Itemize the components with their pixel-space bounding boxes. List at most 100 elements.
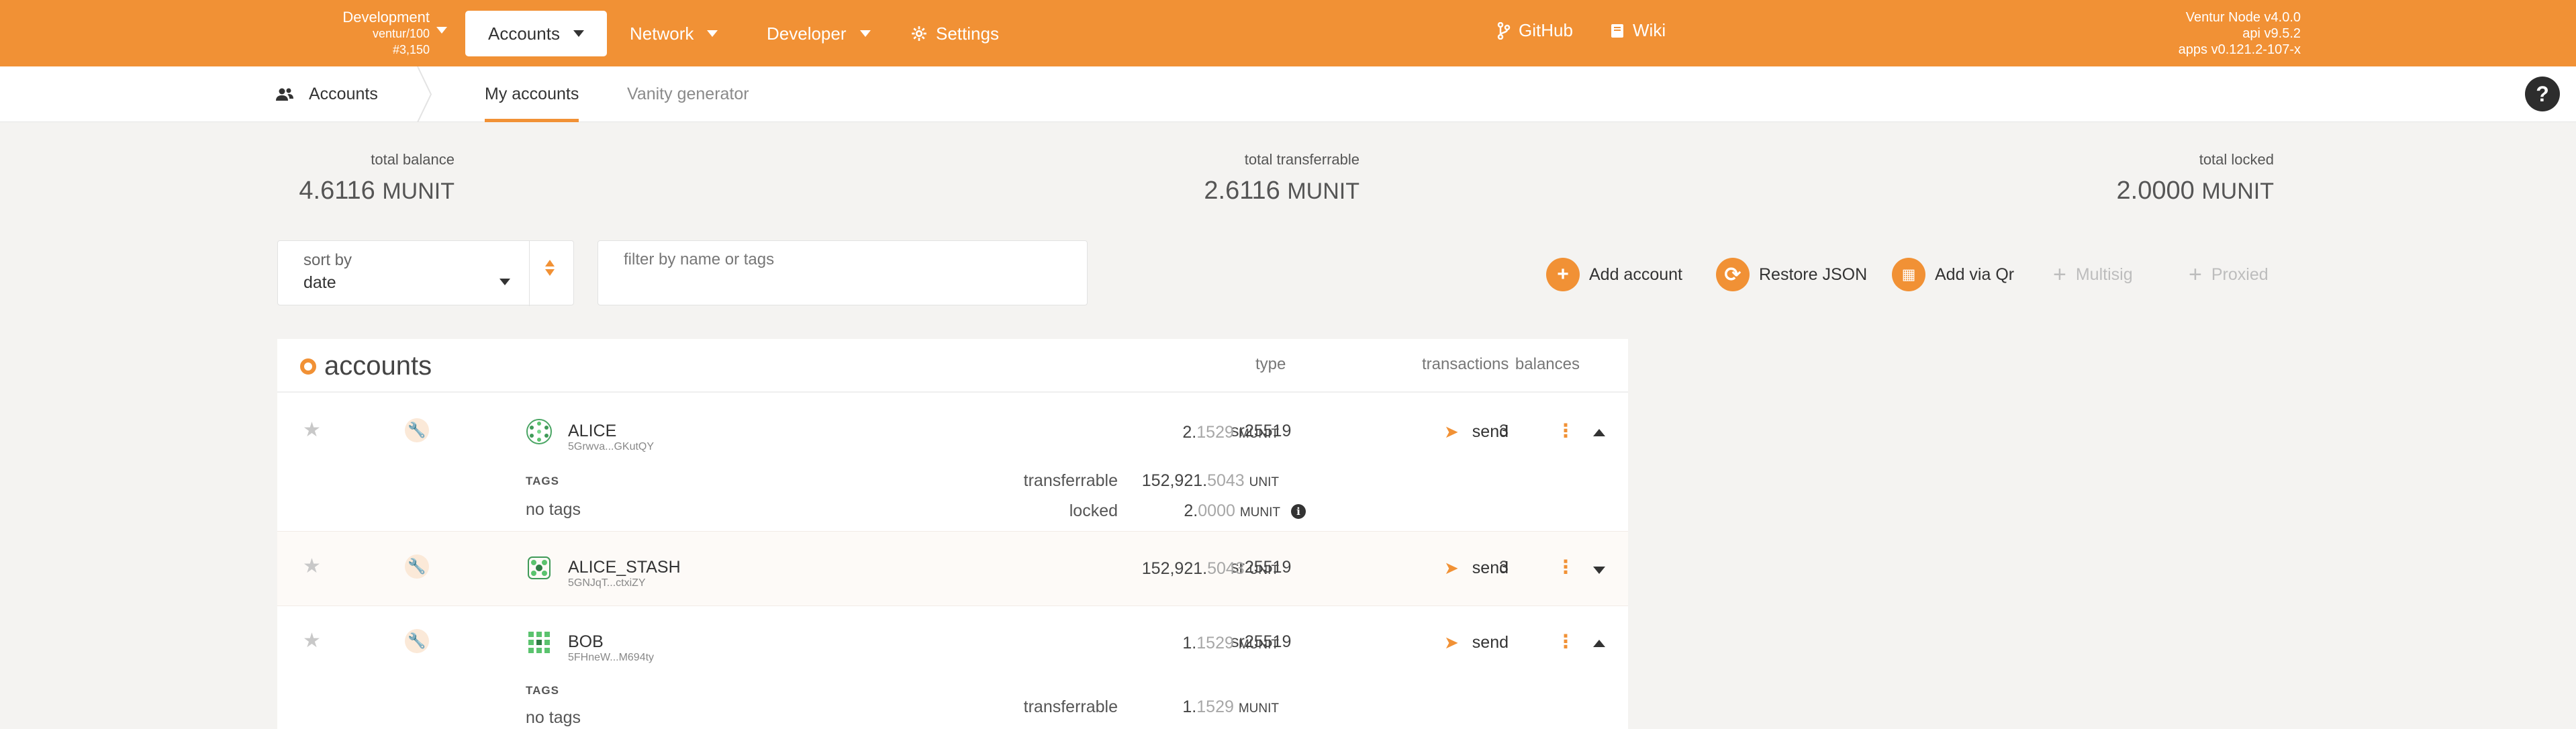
multisig-button[interactable]: + Multisig	[2053, 257, 2133, 292]
tags-value: no tags	[526, 500, 581, 519]
more-options-icon[interactable]: ⋮	[1556, 420, 1575, 442]
total-balance-unit: MUNIT	[382, 179, 455, 204]
total-locked-label: total locked	[2199, 151, 2274, 168]
column-type: type	[1255, 355, 1286, 373]
nav-network-label: Network	[630, 23, 694, 44]
account-balance: 2.1529 MUNIT	[1182, 423, 1279, 442]
identicon	[526, 419, 552, 444]
send-label: send	[1472, 558, 1509, 577]
nav-accounts-label: Accounts	[488, 23, 560, 44]
send-button[interactable]: ➤ send	[1444, 422, 1509, 442]
transferrable-unit: MUNIT	[1238, 701, 1279, 716]
identicon	[528, 632, 550, 653]
top-navbar: Development ventur/100 #3,150 Accounts N…	[0, 0, 2576, 66]
chevron-down-icon[interactable]	[499, 279, 510, 285]
chevron-down-icon	[707, 30, 718, 37]
summary-total-balance: total balance 4.6116 MUNIT	[299, 151, 455, 205]
paper-plane-icon: ➤	[1444, 632, 1459, 652]
balance-unit: UNIT	[1249, 563, 1279, 577]
apps-version: apps v0.121.2-107-x	[2178, 42, 2301, 57]
chain-block: #3,150	[392, 43, 430, 56]
sort-desc-icon	[545, 269, 555, 276]
balance-int: 2.	[1182, 423, 1197, 442]
send-label: send	[1472, 422, 1509, 441]
locked-dec: 0000	[1198, 501, 1235, 520]
account-address[interactable]: 5Grwva...GKutQY	[568, 441, 654, 453]
account-address[interactable]: 5GNJqT...ctxiZY	[568, 577, 646, 589]
transferrable-value: 1.1529 MUNIT	[1182, 697, 1279, 717]
column-balances: balances	[1515, 355, 1580, 373]
wiki-link[interactable]: Wiki	[1610, 20, 1666, 41]
github-link[interactable]: GitHub	[1497, 20, 1573, 41]
balance-int: 1.	[1182, 634, 1197, 652]
wrench-icon[interactable]: 🔧	[405, 418, 429, 442]
add-account-button[interactable]: + Add account	[1546, 257, 1682, 292]
restore-json-button[interactable]: ⟳ Restore JSON	[1716, 257, 1867, 292]
transferrable-dec: 1529	[1196, 697, 1234, 716]
account-name[interactable]: BOB	[568, 632, 604, 652]
summary-total-locked: total locked 2.0000 MUNIT	[2117, 151, 2274, 205]
add-via-qr-button[interactable]: ▦ Add via Qr	[1892, 257, 2014, 292]
proxied-label: Proxied	[2211, 264, 2269, 284]
chevron-down-icon[interactable]	[436, 27, 447, 34]
info-icon[interactable]: i	[1291, 504, 1306, 520]
column-transactions: transactions	[1422, 355, 1509, 373]
sort-order-toggle[interactable]	[545, 260, 555, 276]
chevron-up-icon[interactable]	[1593, 429, 1605, 436]
send-button[interactable]: ➤ send	[1444, 632, 1509, 653]
wrench-icon[interactable]: 🔧	[405, 629, 429, 653]
chain-version: ventur/100	[372, 27, 430, 40]
restore-json-label: Restore JSON	[1759, 264, 1868, 284]
add-account-label: Add account	[1589, 264, 1682, 284]
transferrable-value: 152,921.5043 UNIT	[1142, 471, 1279, 491]
table-title: accounts	[300, 351, 432, 381]
nav-accounts[interactable]: Accounts	[465, 11, 607, 56]
star-icon[interactable]: ★	[303, 418, 321, 442]
locked-int: 2.	[1184, 501, 1198, 520]
chevron-down-icon[interactable]	[1593, 567, 1605, 574]
tags-value: no tags	[526, 708, 581, 727]
breadcrumb-separator	[417, 66, 432, 122]
wiki-label: Wiki	[1633, 20, 1666, 40]
balance-dec: 1529	[1196, 634, 1234, 652]
more-options-icon[interactable]: ⋮	[1556, 556, 1575, 578]
account-name[interactable]: ALICE_STASH	[568, 558, 681, 577]
help-button[interactable]: ?	[2525, 77, 2560, 111]
proxied-button[interactable]: + Proxied	[2189, 257, 2269, 292]
nav-settings[interactable]: Settings	[888, 11, 1022, 56]
plus-icon: +	[2189, 261, 2202, 287]
chain-selector[interactable]: Development ventur/100 #3,150	[309, 9, 430, 58]
star-icon[interactable]: ★	[303, 629, 321, 652]
account-address[interactable]: 5FHneW...M694ty	[568, 652, 654, 664]
locked-unit: MUNIT	[1239, 505, 1280, 520]
transferrable-unit: UNIT	[1249, 475, 1279, 489]
table-header: accounts type transactions balances	[277, 339, 1628, 393]
more-options-icon[interactable]: ⋮	[1556, 630, 1575, 652]
identicon	[528, 556, 551, 579]
star-icon[interactable]: ★	[303, 554, 321, 578]
tab-my-accounts[interactable]: My accounts	[485, 66, 579, 122]
users-icon	[276, 88, 293, 101]
account-name[interactable]: ALICE	[568, 422, 616, 441]
filter-input[interactable]	[598, 240, 1088, 305]
nav-developer[interactable]: Developer	[744, 11, 894, 56]
nav-network[interactable]: Network	[607, 11, 741, 56]
breadcrumb: Accounts	[275, 66, 378, 122]
qrcode-icon: ▦	[1892, 258, 1925, 291]
sort-asc-icon	[545, 260, 555, 266]
transferrable-int: 152,921.	[1141, 471, 1208, 490]
chevron-up-icon[interactable]	[1593, 640, 1605, 647]
balance-unit: MUNIT	[1238, 638, 1279, 652]
plus-icon: +	[1546, 258, 1580, 291]
send-label: send	[1472, 633, 1509, 652]
wrench-icon[interactable]: 🔧	[405, 554, 429, 579]
sort-dropdown[interactable]: sort by date	[277, 240, 574, 306]
send-button[interactable]: ➤ send	[1444, 558, 1509, 579]
multisig-label: Multisig	[2075, 264, 2133, 284]
add-via-qr-label: Add via Qr	[1935, 264, 2015, 284]
plus-icon: +	[2053, 261, 2066, 287]
total-transferrable-label: total transferrable	[1244, 151, 1359, 168]
tab-vanity-generator[interactable]: Vanity generator	[627, 66, 749, 122]
total-locked-unit: MUNIT	[2201, 179, 2274, 204]
chain-name: Development	[342, 9, 430, 26]
